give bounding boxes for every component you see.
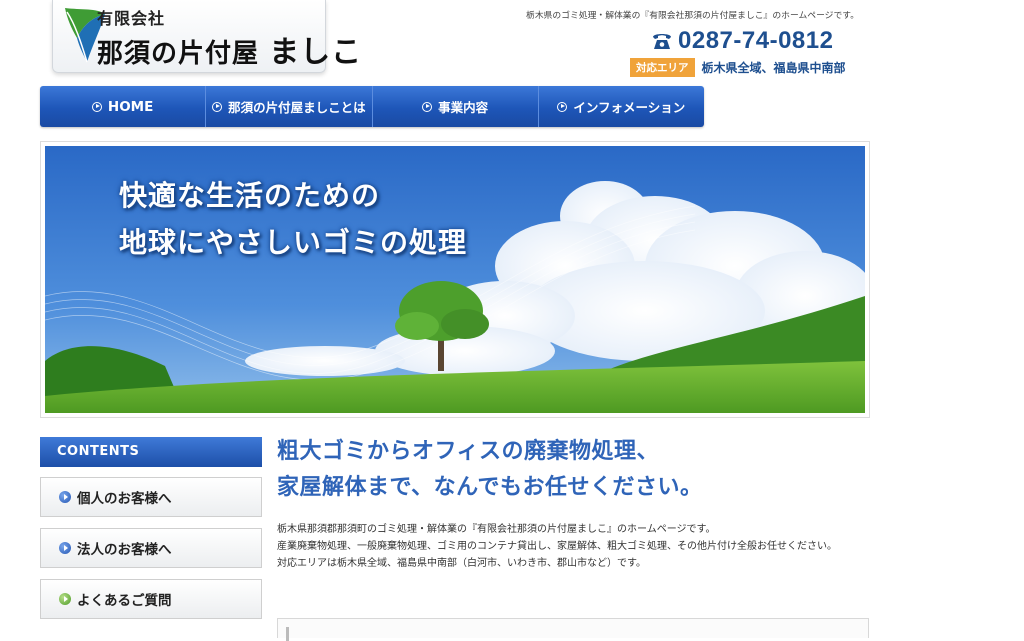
- hero-headline-line2: 地球にやさしいゴミの処理: [119, 226, 468, 259]
- logo-company-name: 那須の片付屋 ましこ: [97, 27, 362, 71]
- intro-paragraph: 栃木県那須郡那須町のゴミ処理・解体業の『有限会社那須の片付屋ましこ』のホームペー…: [277, 521, 867, 572]
- service-area-text: 栃木県全域、福島県中南部: [701, 60, 846, 75]
- sidebar-heading: CONTENTS: [40, 437, 262, 467]
- phone-icon: [653, 34, 671, 49]
- nav-item-label: インフォメーション: [573, 100, 686, 115]
- logo-company-type: 有限会社: [97, 9, 166, 28]
- circle-arrow-icon: [91, 101, 102, 112]
- circle-arrow-icon: [557, 101, 568, 112]
- logo-name-suffix: ましこ: [269, 35, 363, 70]
- service-area-badge: 対応エリア: [630, 57, 695, 77]
- phone-number[interactable]: 0287-74-0812: [678, 27, 833, 55]
- nav-item-label: HOME: [107, 98, 154, 115]
- hero-banner: 快適な生活のための 地球にやさしいゴミの処理: [40, 141, 870, 418]
- green-bullet-icon: [59, 593, 71, 605]
- nav-item-label: 那須の片付屋ましことは: [228, 100, 366, 115]
- circle-arrow-icon: [212, 101, 223, 112]
- blue-bullet-icon: [59, 491, 71, 503]
- content-box-top: [277, 618, 869, 641]
- main-heading: 粗大ゴミからオフィスの廃棄物処理、 家屋解体まで、なんでもお任せください。: [277, 434, 867, 506]
- nav-item-label: 事業内容: [438, 100, 489, 115]
- sidebar-item-label: 個人のお客様へ: [77, 491, 172, 507]
- main-heading-line2: 家屋解体まで、なんでもお任せください。: [277, 475, 703, 500]
- main-nav: HOME 那須の片付屋ましことは 事業内容 インフォメーション: [40, 86, 704, 127]
- circle-arrow-icon: [422, 101, 433, 112]
- intro-line2: 産業廃棄物処理、一般廃棄物処理、ゴミ用のコンテナ貸出し、家屋解体、粗大ゴミ処理、…: [277, 541, 837, 552]
- phone-contact[interactable]: 0287-74-0812: [650, 27, 833, 55]
- main-heading-line1: 粗大ゴミからオフィスの廃棄物処理、: [277, 439, 660, 464]
- blue-bullet-icon: [59, 542, 71, 554]
- sidebar-item-label: よくあるご質問: [77, 593, 172, 609]
- header-tagline: 栃木県のゴミ処理・解体業の『有限会社那須の片付屋ましこ』のホームページです。: [526, 11, 859, 21]
- sidebar-item-individual[interactable]: 個人のお客様へ: [40, 477, 262, 517]
- nav-item-about[interactable]: 那須の片付屋ましことは: [206, 86, 373, 127]
- intro-line1: 栃木県那須郡那須町のゴミ処理・解体業の『有限会社那須の片付屋ましこ』のホームペー…: [277, 524, 716, 535]
- logo-name-prefix: 那須の片付屋: [97, 39, 260, 69]
- sidebar-item-label: 法人のお客様へ: [77, 542, 172, 558]
- service-area: 対応エリア 栃木県全域、福島県中南部: [630, 57, 846, 77]
- nav-item-information[interactable]: インフォメーション: [539, 86, 704, 127]
- sidebar-item-corporate[interactable]: 法人のお客様へ: [40, 528, 262, 568]
- nav-item-home[interactable]: HOME: [40, 86, 207, 127]
- hero-headline-line1: 快適な生活のための: [119, 179, 381, 212]
- intro-line3: 対応エリアは栃木県全域、福島県中南部（白河市、いわき市、郡山市など）です。: [277, 558, 646, 569]
- site-logo[interactable]: 有限会社 那須の片付屋 ましこ: [52, 0, 361, 73]
- nav-item-services[interactable]: 事業内容: [373, 86, 539, 127]
- sidebar-item-faq[interactable]: よくあるご質問: [40, 579, 262, 619]
